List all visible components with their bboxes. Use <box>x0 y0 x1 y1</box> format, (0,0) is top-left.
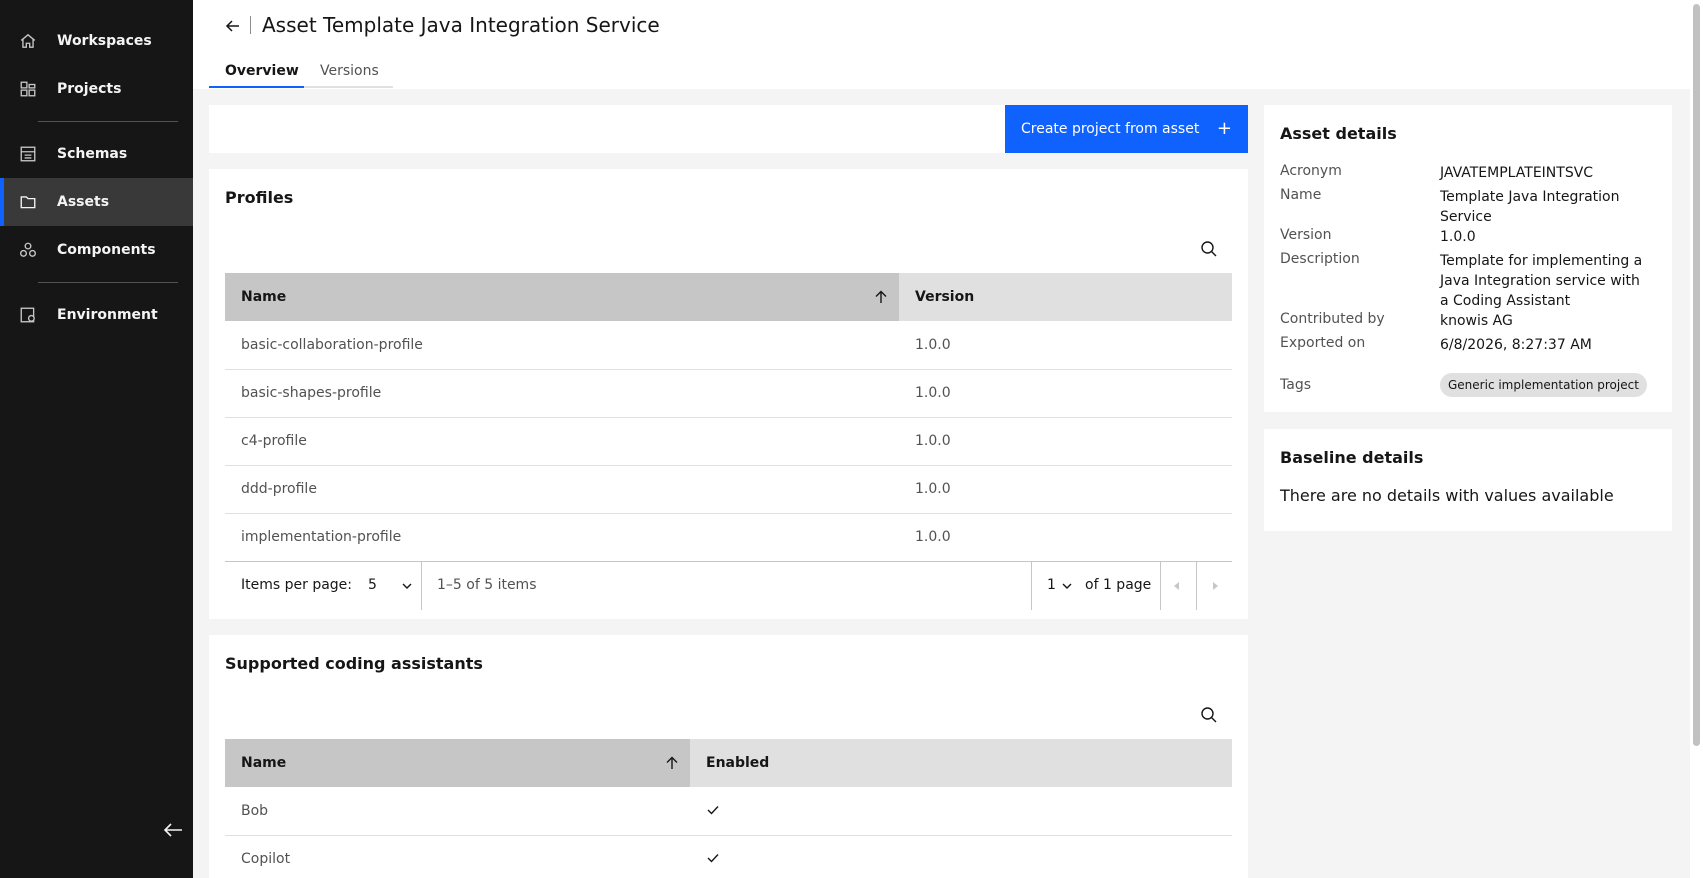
coding-assistants-title: Supported coding assistants <box>225 654 483 673</box>
environment-icon <box>20 307 35 323</box>
sidebar: Workspaces Projects Schemas Assets Compo… <box>0 0 193 878</box>
column-header-name[interactable]: Name <box>225 273 899 321</box>
detail-label-version: Version <box>1280 227 1332 243</box>
column-header-enabled[interactable]: Enabled <box>690 739 1232 787</box>
arrow-left-icon[interactable] <box>223 16 243 36</box>
detail-label-name: Name <box>1280 187 1322 203</box>
items-per-page-label: Items per page: <box>241 577 353 593</box>
sidebar-item-projects[interactable]: Projects <box>0 65 193 113</box>
table-cell-name: c4-profile <box>241 433 307 449</box>
table-cell-name: basic-shapes-profile <box>241 385 382 401</box>
sidebar-item-components[interactable]: Components <box>0 226 193 274</box>
sidebar-item-label: Environment <box>57 307 158 323</box>
pagination-divider <box>1196 562 1197 610</box>
tag: Generic implementation project <box>1440 373 1647 397</box>
pagination-divider <box>1160 562 1161 610</box>
detail-label-tags: Tags <box>1280 377 1311 393</box>
column-header-version[interactable]: Version <box>899 273 1232 321</box>
sidebar-item-workspaces[interactable]: Workspaces <box>0 17 193 65</box>
table-cell-version: 1.0.0 <box>915 481 951 497</box>
pagination-divider <box>1031 562 1032 610</box>
tab-versions[interactable]: Versions <box>304 56 393 88</box>
column-header-name[interactable]: Name <box>225 739 690 787</box>
table-cell-version: 1.0.0 <box>915 433 951 449</box>
components-icon <box>20 242 36 257</box>
chevron-down-icon[interactable] <box>401 580 413 592</box>
detail-value-contributed-by: knowis AG <box>1440 313 1513 329</box>
sidebar-item-assets[interactable]: Assets <box>0 178 193 226</box>
scrollbar[interactable] <box>1690 0 1703 878</box>
sidebar-item-label: Schemas <box>57 146 128 162</box>
table-cell-name: basic-collaboration-profile <box>241 337 423 353</box>
detail-label-acronym: Acronym <box>1280 163 1342 179</box>
projects-icon <box>20 81 36 97</box>
pagination: Items per page: 5 1–5 of 5 items 1 of 1 … <box>225 561 1232 610</box>
caret-right-icon[interactable] <box>1209 580 1221 592</box>
baseline-empty-text: There are no details with values availab… <box>1280 486 1614 505</box>
page-select[interactable]: 1 <box>1047 577 1056 593</box>
detail-value-exported-on: 6/8/2026, 8:27:37 AM <box>1440 337 1592 353</box>
pagination-divider <box>421 562 422 610</box>
page-title: Asset Template Java Integration Service <box>262 13 660 37</box>
baseline-details-title: Baseline details <box>1280 448 1424 467</box>
title-divider <box>250 16 251 34</box>
tab-overview[interactable]: Overview <box>209 56 304 88</box>
folder-icon <box>20 196 36 209</box>
asset-details-card: Asset details Acronym JAVATEMPLATEINTSVC… <box>1264 105 1672 412</box>
sidebar-item-schemas[interactable]: Schemas <box>0 130 193 178</box>
table-cell-version: 1.0.0 <box>915 529 951 545</box>
items-per-page-select[interactable]: 5 <box>368 577 377 593</box>
schemas-icon <box>20 146 36 162</box>
create-project-from-asset-button[interactable]: Create project from asset + <box>1005 105 1248 153</box>
sidebar-item-label: Assets <box>57 194 110 210</box>
sidebar-item-environment[interactable]: Environment <box>0 291 193 339</box>
sidebar-divider <box>38 121 178 122</box>
detail-label-description: Description <box>1280 251 1360 267</box>
table-cell-name: ddd-profile <box>241 481 317 497</box>
create-project-button-label: Create project from asset <box>1021 121 1200 137</box>
baseline-details-card: Baseline details There are no details wi… <box>1264 429 1672 531</box>
detail-value-description: Template for implementing a Java Integra… <box>1440 253 1643 309</box>
sidebar-item-label: Projects <box>57 81 122 97</box>
scrollbar-thumb[interactable] <box>1693 4 1700 746</box>
arrow-up-icon[interactable] <box>664 755 680 771</box>
checkmark-icon <box>707 854 719 863</box>
search-icon[interactable] <box>1200 240 1218 258</box>
arrow-left-icon[interactable] <box>158 818 188 842</box>
column-header-label: Version <box>915 289 975 305</box>
plus-icon: + <box>1216 118 1232 139</box>
column-header-label: Name <box>241 755 287 771</box>
page-total-text: of 1 page <box>1085 577 1152 593</box>
profiles-title: Profiles <box>225 188 294 207</box>
sidebar-divider <box>38 282 178 283</box>
coding-assistants-card: Supported coding assistants Name Enabled… <box>209 635 1248 878</box>
sidebar-item-label: Workspaces <box>57 33 152 49</box>
column-header-label: Enabled <box>706 755 770 771</box>
home-icon <box>20 33 36 48</box>
table-cell-version: 1.0.0 <box>915 385 951 401</box>
checkmark-icon <box>707 806 719 815</box>
asset-details-title: Asset details <box>1280 124 1397 143</box>
column-header-label: Name <box>241 289 287 305</box>
caret-left-icon[interactable] <box>1171 580 1183 592</box>
items-range-text: 1–5 of 5 items <box>437 577 537 593</box>
arrow-up-icon[interactable] <box>873 289 889 305</box>
detail-value-version: 1.0.0 <box>1440 229 1476 245</box>
table-cell-name: implementation-profile <box>241 529 402 545</box>
detail-value-name: Template Java Integration Service <box>1440 189 1620 225</box>
chevron-down-icon[interactable] <box>1061 580 1073 592</box>
detail-label-contributed-by: Contributed by <box>1280 311 1385 327</box>
table-cell-version: 1.0.0 <box>915 337 951 353</box>
table-cell-name: Copilot <box>241 851 291 867</box>
search-icon[interactable] <box>1200 706 1218 724</box>
profiles-card: Profiles Name Version basic-collaboratio… <box>209 169 1248 619</box>
table-cell-name: Bob <box>241 803 269 819</box>
detail-value-acronym: JAVATEMPLATEINTSVC <box>1440 165 1594 181</box>
sidebar-item-label: Components <box>57 242 156 258</box>
detail-label-exported-on: Exported on <box>1280 335 1366 351</box>
page-header: Asset Template Java Integration Service … <box>193 0 1690 89</box>
